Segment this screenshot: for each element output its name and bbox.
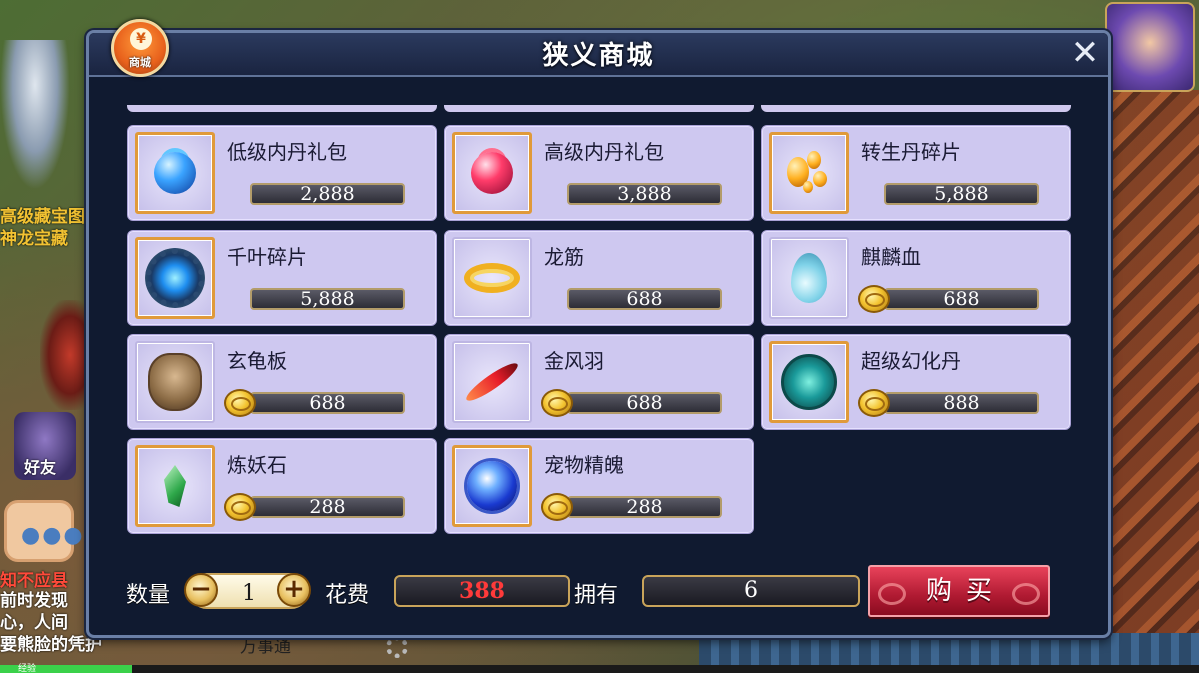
item-price: 2,888 <box>250 183 405 205</box>
chat-bubble-icon: ●●● <box>21 523 85 548</box>
dragon-tendon-icon <box>464 263 520 293</box>
inner-core-red-icon <box>471 152 513 194</box>
chat-button[interactable]: ●●● <box>4 500 83 562</box>
item-thumbnail <box>769 341 849 423</box>
item-price: 688 <box>567 392 722 414</box>
player-avatar[interactable] <box>1105 2 1195 92</box>
item-price: 288 <box>250 496 405 518</box>
item-name: 转生丹碎片 <box>861 140 961 164</box>
buy-button[interactable]: 购买 <box>868 565 1050 617</box>
item-thumbnail <box>452 237 532 319</box>
shop-item-card[interactable]: 转生丹碎片 5,888 <box>761 125 1071 221</box>
qilin-blood-icon <box>791 253 827 303</box>
gold-coin-icon <box>541 389 573 417</box>
item-name: 麒麟血 <box>861 245 921 269</box>
partial-item-card <box>127 105 437 112</box>
shop-panel: 狭义商城 ✕ ¥ 商城 低级内丹礼包 2,888 高级内丹礼包 3,888 转生丹碎片 5… <box>86 19 1111 638</box>
item-thumbnail <box>452 445 532 527</box>
yuan-icon: ¥ <box>130 28 152 50</box>
shop-item-card[interactable]: 玄龟板 688 <box>127 334 437 430</box>
item-grid[interactable]: 低级内丹礼包 2,888 高级内丹礼包 3,888 转生丹碎片 5,888 千叶碎片 5,88… <box>127 105 1079 545</box>
cost-value: 388 <box>394 575 570 607</box>
gold-coin-icon <box>858 285 890 313</box>
item-price: 5,888 <box>250 288 405 310</box>
item-thumbnail <box>452 132 532 214</box>
rebirth-pill-icon <box>783 147 835 199</box>
item-thumbnail <box>135 341 215 423</box>
shop-item-card[interactable]: 超级幻化丹 888 <box>761 334 1071 430</box>
item-name: 玄龟板 <box>227 349 287 373</box>
item-price: 5,888 <box>884 183 1039 205</box>
item-name: 超级幻化丹 <box>861 349 961 373</box>
item-thumbnail <box>135 237 215 319</box>
inner-core-blue-icon <box>154 152 196 194</box>
owned-value: 6 <box>642 575 860 607</box>
item-thumbnail <box>452 341 532 423</box>
experience-label: 经验 <box>18 664 37 673</box>
item-name: 炼妖石 <box>227 453 287 477</box>
shop-badge-label: 商城 <box>129 56 151 69</box>
item-name: 高级内丹礼包 <box>544 140 664 164</box>
thousand-leaf-icon <box>145 248 205 308</box>
turtle-shell-icon <box>148 353 202 411</box>
cost-label: 花费 <box>325 583 370 608</box>
shop-title: 狭义商城 <box>542 41 655 71</box>
refine-stone-icon <box>164 465 186 507</box>
settings-gear-icon[interactable] <box>386 636 408 658</box>
quantity-label: 数量 <box>126 583 171 608</box>
partial-item-card <box>761 105 1071 112</box>
item-name: 龙筋 <box>544 245 584 269</box>
gold-coin-icon <box>541 493 573 521</box>
item-thumbnail <box>769 132 849 214</box>
item-thumbnail <box>135 445 215 527</box>
experience-bar: 经验 <box>0 664 1199 673</box>
increase-quantity-button[interactable]: + <box>277 573 311 607</box>
item-name: 宠物精魄 <box>544 453 624 477</box>
item-name: 金风羽 <box>544 349 604 373</box>
item-price: 688 <box>567 288 722 310</box>
shop-item-card[interactable]: 宠物精魄 288 <box>444 438 754 534</box>
item-price: 888 <box>884 392 1039 414</box>
friends-button-label: 好友 <box>24 458 57 477</box>
close-button[interactable]: ✕ <box>1068 36 1102 71</box>
shop-item-card[interactable]: 千叶碎片 5,888 <box>127 230 437 326</box>
shop-item-card[interactable]: 龙筋 688 <box>444 230 754 326</box>
shop-item-card[interactable]: 麒麟血 688 <box>761 230 1071 326</box>
item-price: 688 <box>250 392 405 414</box>
item-name: 低级内丹礼包 <box>227 140 347 164</box>
npc-character <box>0 40 70 190</box>
pet-soul-icon <box>467 461 517 511</box>
item-name: 千叶碎片 <box>227 245 307 269</box>
item-price: 3,888 <box>567 183 722 205</box>
building-roof <box>1104 90 1199 673</box>
gold-coin-icon <box>224 493 256 521</box>
shop-item-card[interactable]: 金风羽 688 <box>444 334 754 430</box>
decrease-quantity-button[interactable]: − <box>184 573 218 607</box>
purchase-bar: 数量 1 − + 花费 388 拥有 6 购买 <box>89 561 1108 623</box>
shop-header: 狭义商城 ✕ <box>89 33 1108 77</box>
item-thumbnail <box>769 237 849 319</box>
shop-item-card[interactable]: 低级内丹礼包 2,888 <box>127 125 437 221</box>
transform-pill-icon <box>781 354 837 410</box>
owned-label: 拥有 <box>574 583 619 608</box>
golden-feather-icon <box>462 358 522 406</box>
shop-item-card[interactable]: 高级内丹礼包 3,888 <box>444 125 754 221</box>
gold-coin-icon <box>858 389 890 417</box>
partial-item-card <box>444 105 754 112</box>
item-price: 288 <box>567 496 722 518</box>
quest-text: 神龙宝藏 <box>0 229 68 249</box>
shop-badge-icon: ¥ 商城 <box>111 19 169 77</box>
shop-item-card[interactable]: 炼妖石 288 <box>127 438 437 534</box>
gold-coin-icon <box>224 389 256 417</box>
item-thumbnail <box>135 132 215 214</box>
item-price: 688 <box>884 288 1039 310</box>
friends-button[interactable]: 好友 <box>14 412 76 480</box>
